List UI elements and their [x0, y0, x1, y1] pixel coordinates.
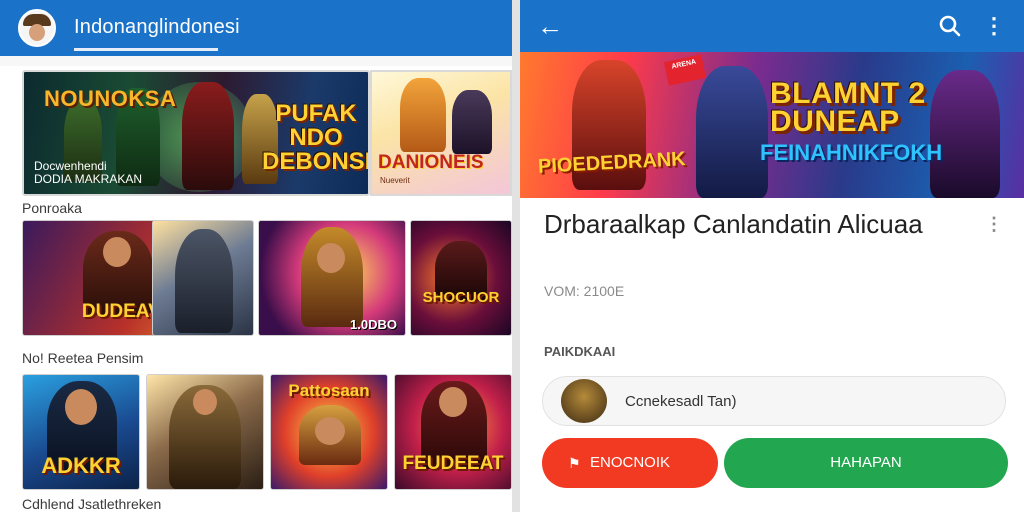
- thumb-row-1: DUDEAVAIR 1.0DBO SHOCUOR: [22, 220, 512, 336]
- right-screen: ← ⋮ ARENA BLAMNT 2 DUNEAP FEINAHNIKFOKH …: [520, 0, 1024, 512]
- thumb-title: ADKKR: [41, 453, 121, 478]
- thumb-character: [175, 229, 233, 333]
- section-2-label: No! Reetea Pensim: [22, 350, 144, 366]
- title-underline: [74, 48, 218, 51]
- left-screen: Indonanglindonesi NOUNOKSA PUFAK NDO DEB…: [0, 0, 512, 512]
- side-character-2: [452, 90, 492, 154]
- version-text: VOM: 2100E: [544, 283, 625, 299]
- top-strip: [0, 56, 512, 66]
- thumb-face: [317, 243, 345, 273]
- thumb-character: [301, 227, 363, 327]
- banner-title: BLAMNT 2 DUNEAP: [770, 77, 926, 138]
- comment-field[interactable]: Ccnekesadl Tan): [542, 376, 1006, 426]
- thumb-title: SHOCUOR: [422, 289, 500, 306]
- app-title: Indonanglindonesi: [74, 16, 240, 38]
- detail-app-bar: ← ⋮: [520, 0, 1024, 52]
- game-thumb[interactable]: ADKKR: [22, 374, 140, 490]
- title-more-icon[interactable]: ⋮: [984, 214, 1004, 238]
- game-title: Drbaraalkap Canlandatin Alicuaa: [544, 209, 923, 239]
- more-vertical-icon[interactable]: ⋮: [980, 12, 1008, 40]
- comment-section-label: PAIKDKAAI: [544, 344, 616, 359]
- thumb-title: FEUDEEAT: [402, 453, 504, 474]
- commenter-avatar: [561, 379, 607, 423]
- avatar[interactable]: [18, 9, 56, 47]
- hero-subtitle: Docwenhendi DODIA MAKRAKAN: [34, 160, 142, 186]
- green-button-label: HAHAPAN: [830, 454, 902, 471]
- game-thumb[interactable]: FEUDEEAT: [394, 374, 512, 490]
- banner-badge: ARENA: [663, 54, 707, 86]
- game-thumb[interactable]: Pattosaan: [270, 374, 388, 490]
- hero-logo-text: PUFAK NDO DEBONSBR: [262, 100, 368, 175]
- red-button-label: ENOCNOIK: [589, 454, 670, 471]
- screen-divider: [512, 0, 520, 512]
- banner-subtitle: FEINAHNIKFOKH: [760, 140, 943, 165]
- detail-banner: ARENA BLAMNT 2 DUNEAP FEINAHNIKFOKH PIOE…: [520, 52, 1024, 198]
- avatar-face: [29, 24, 45, 41]
- thumb-face: [439, 387, 467, 417]
- banner-character-2: [696, 66, 768, 198]
- hero-headline: NOUNOKSA: [44, 86, 177, 111]
- side-banner-subtitle: Nueverit: [380, 176, 410, 185]
- thumb-face: [315, 417, 345, 445]
- hero-banner[interactable]: NOUNOKSA PUFAK NDO DEBONSBR Docwenhendi …: [22, 70, 370, 196]
- thumb-row-2: ADKKR Pattosaan FEUDEEAT: [22, 374, 512, 490]
- back-arrow-icon[interactable]: ←: [536, 12, 564, 40]
- game-thumb[interactable]: SHOCUOR: [410, 220, 512, 336]
- comment-placeholder: Ccnekesadl Tan): [625, 393, 737, 410]
- thumb-title: Pattosaan: [288, 381, 370, 400]
- left-app-bar: Indonanglindonesi: [0, 0, 512, 56]
- hero-subtitle-line2: DODIA MAKRAKAN: [34, 172, 143, 186]
- side-banner-title: DANIONEIS: [378, 152, 484, 173]
- search-icon[interactable]: [936, 12, 964, 40]
- featured-banner-row: NOUNOKSA PUFAK NDO DEBONSBR Docwenhendi …: [22, 70, 512, 196]
- thumb-face: [103, 237, 131, 267]
- red-action-button[interactable]: ⚑ ENOCNOIK: [542, 438, 718, 488]
- thumb-face: [193, 389, 217, 415]
- game-thumb[interactable]: [146, 374, 264, 490]
- side-banner[interactable]: DANIONEIS Nueverit: [370, 70, 512, 196]
- game-thumb[interactable]: 1.0DBO: [258, 220, 406, 336]
- game-thumb[interactable]: [152, 220, 254, 336]
- green-action-button[interactable]: HAHAPAN: [724, 438, 1008, 488]
- hero-character-3: [182, 82, 234, 190]
- section-3-label: Cdhlend Jsatlethreken: [22, 496, 162, 512]
- section-1-label: Ponroaka: [22, 200, 82, 216]
- side-character-1: [400, 78, 446, 152]
- flag-icon: ⚑: [568, 455, 581, 471]
- banner-left-logo: PIOEDEDRANK: [537, 148, 687, 178]
- thumb-face: [65, 389, 97, 425]
- thumb-title: 1.0DBO: [350, 317, 397, 332]
